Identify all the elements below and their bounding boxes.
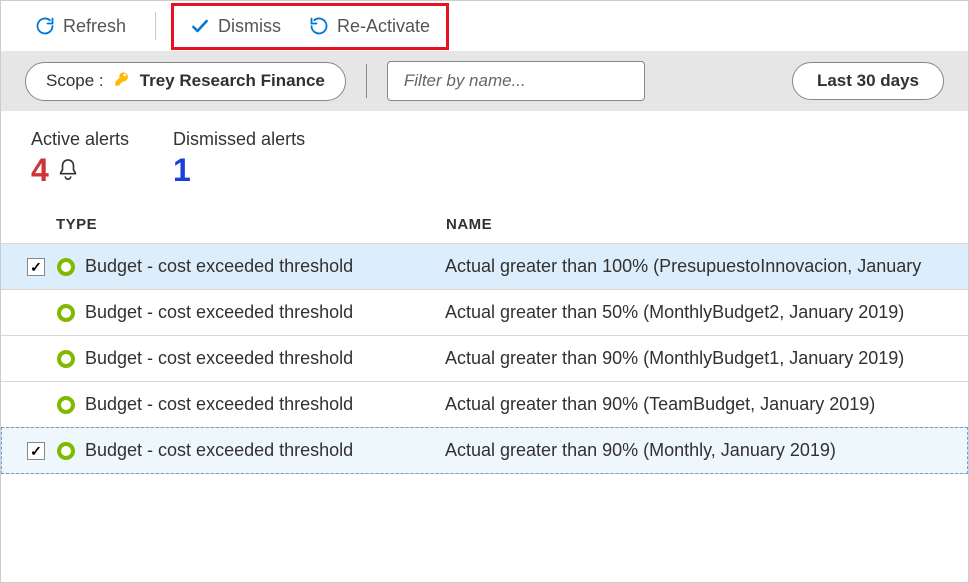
table-header: TYPE NAME [1, 198, 968, 243]
dismiss-button[interactable]: Dismiss [176, 8, 295, 45]
name-cell: Actual greater than 90% (MonthlyBudget1,… [445, 348, 938, 369]
active-alerts-row: 4 [31, 154, 129, 186]
refresh-icon [35, 16, 55, 36]
alerts-table-body: Budget - cost exceeded threshold Actual g… [1, 243, 968, 474]
type-text: Budget - cost exceeded threshold [85, 302, 353, 323]
table-row[interactable]: Budget - cost exceeded threshold Actual g… [1, 427, 968, 474]
dismissed-alerts-label: Dismissed alerts [173, 129, 305, 150]
budget-icon [57, 396, 75, 414]
scope-selector[interactable]: Scope : Trey Research Finance [25, 62, 346, 101]
name-cell: Actual greater than 90% (Monthly, Januar… [445, 440, 938, 461]
type-text: Budget - cost exceeded threshold [85, 348, 353, 369]
toolbar: Refresh Dismiss Re-Activate [1, 1, 968, 51]
active-alerts-block: Active alerts 4 [31, 129, 129, 186]
undo-icon [309, 16, 329, 36]
table-row[interactable]: Budget - cost exceeded threshold Actual g… [1, 335, 968, 381]
alerts-summary: Active alerts 4 Dismissed alerts 1 [1, 111, 968, 198]
reactivate-button[interactable]: Re-Activate [295, 8, 444, 45]
dismissed-alerts-count: 1 [173, 154, 305, 186]
table-row[interactable]: Budget - cost exceeded threshold Actual g… [1, 243, 968, 289]
budget-icon [57, 304, 75, 322]
dismiss-label: Dismiss [218, 16, 281, 37]
toolbar-separator [155, 12, 156, 40]
budget-icon [57, 350, 75, 368]
type-cell: Budget - cost exceeded threshold [57, 256, 445, 277]
refresh-button[interactable]: Refresh [21, 8, 140, 45]
checkbox-cell [15, 442, 57, 460]
reactivate-label: Re-Activate [337, 16, 430, 37]
type-cell: Budget - cost exceeded threshold [57, 348, 445, 369]
filter-separator [366, 64, 367, 98]
type-cell: Budget - cost exceeded threshold [57, 394, 445, 415]
budget-icon [57, 442, 75, 460]
name-cell: Actual greater than 50% (MonthlyBudget2,… [445, 302, 938, 323]
row-checkbox[interactable] [27, 258, 45, 276]
filter-bar: Scope : Trey Research Finance Last 30 da… [1, 51, 968, 111]
type-text: Budget - cost exceeded threshold [85, 440, 353, 461]
dismissed-alerts-block: Dismissed alerts 1 [173, 129, 305, 186]
type-text: Budget - cost exceeded threshold [85, 394, 353, 415]
header-name[interactable]: NAME [446, 216, 938, 233]
table-row[interactable]: Budget - cost exceeded threshold Actual g… [1, 289, 968, 335]
type-cell: Budget - cost exceeded threshold [57, 302, 445, 323]
refresh-label: Refresh [63, 16, 126, 37]
checkmark-icon [190, 16, 210, 36]
type-text: Budget - cost exceeded threshold [85, 256, 353, 277]
checkbox-cell [15, 258, 57, 276]
scope-value: Trey Research Finance [140, 71, 325, 91]
table-row[interactable]: Budget - cost exceeded threshold Actual g… [1, 381, 968, 427]
name-cell: Actual greater than 90% (TeamBudget, Jan… [445, 394, 938, 415]
highlighted-actions: Dismiss Re-Activate [171, 3, 449, 50]
row-checkbox[interactable] [27, 442, 45, 460]
bell-icon [57, 157, 79, 183]
filter-name-input[interactable] [387, 61, 645, 101]
type-cell: Budget - cost exceeded threshold [57, 440, 445, 461]
name-cell: Actual greater than 100% (PresupuestoInn… [445, 256, 938, 277]
key-icon [114, 71, 130, 92]
date-range-selector[interactable]: Last 30 days [792, 62, 944, 100]
active-alerts-label: Active alerts [31, 129, 129, 150]
budget-icon [57, 258, 75, 276]
active-alerts-count: 4 [31, 154, 49, 186]
header-type[interactable]: TYPE [56, 216, 446, 233]
scope-label: Scope : [46, 71, 104, 91]
